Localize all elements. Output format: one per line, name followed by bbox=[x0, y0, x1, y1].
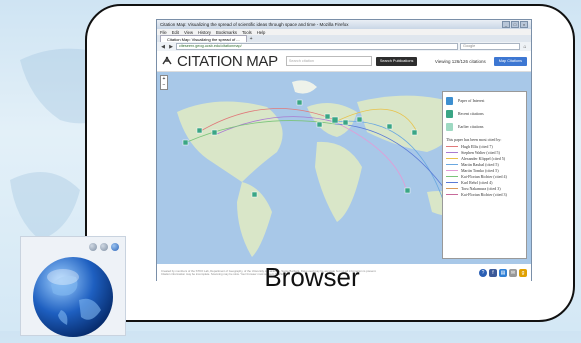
dot-icon bbox=[111, 243, 119, 251]
dot-icon bbox=[100, 243, 108, 251]
tab-label: Citation Map: Visualizing the spread of … bbox=[167, 36, 240, 42]
menu-history[interactable]: History bbox=[198, 30, 211, 35]
legend-label: Earlier citations bbox=[458, 124, 484, 129]
author-color-line bbox=[446, 145, 458, 147]
new-tab-button[interactable]: + bbox=[247, 36, 256, 42]
author-color-line bbox=[446, 175, 458, 177]
back-button[interactable]: ◀ bbox=[160, 44, 166, 50]
google-icon[interactable]: g bbox=[519, 269, 527, 277]
menu-file[interactable]: File bbox=[160, 30, 167, 35]
forward-button[interactable]: ▶ bbox=[168, 44, 174, 50]
browser-app-icon[interactable] bbox=[20, 236, 126, 337]
author-color-line bbox=[446, 193, 458, 195]
footer-icons: ? f ▤ ✉ g bbox=[479, 269, 527, 277]
home-button[interactable]: ⌂ bbox=[522, 44, 528, 50]
viewing-count: Viewing 126/126 citations bbox=[434, 58, 486, 64]
author-name: Karl Rehrl (cited 4) bbox=[461, 179, 493, 185]
author-color-line bbox=[446, 169, 458, 171]
menu-help[interactable]: Help bbox=[257, 30, 266, 35]
author-list: Hugh Ellis (cited 7) Stephen Walter (cite… bbox=[446, 143, 523, 197]
address-bar[interactable]: citeseerx.geog.ucsb.edu/citationmap/ bbox=[176, 43, 458, 50]
author-name: Stephen Walter (cited 5) bbox=[461, 149, 500, 155]
tab-bar: Citation Map: Visualizing the spread of … bbox=[157, 35, 531, 42]
menu-tools[interactable]: Tools bbox=[242, 30, 252, 35]
help-icon[interactable]: ? bbox=[479, 269, 487, 277]
author-name: Kai-Florian Richter (cited 3) bbox=[461, 191, 507, 197]
author-color-line bbox=[446, 187, 458, 189]
map-citations-button[interactable]: Map Citations bbox=[493, 56, 527, 66]
author-name: Martin Tomko (cited 5) bbox=[461, 167, 499, 173]
menu-edit[interactable]: Edit bbox=[172, 30, 179, 35]
callout-card: Citation Map: Visualizing the spread of … bbox=[85, 4, 575, 322]
earlier-marker-icon bbox=[446, 122, 453, 131]
legend-recent-citations: Recent citations bbox=[446, 107, 523, 120]
facebook-icon[interactable]: f bbox=[489, 269, 497, 277]
window-titlebar: Citation Map: Visualizing the spread of … bbox=[157, 20, 531, 29]
app-header: CITATION MAP Search citation Search Publ… bbox=[157, 51, 531, 72]
app-logo: CITATION MAP bbox=[177, 52, 278, 70]
legend-paper-of-interest: Paper of Interest bbox=[446, 94, 523, 107]
legend-earlier-citations: Earlier citations bbox=[446, 120, 523, 133]
citation-map[interactable]: + − Paper of Interest Recent citations E… bbox=[157, 72, 531, 264]
window-dots bbox=[89, 243, 119, 251]
author-name: Kai-Florian Richter (cited 4) bbox=[461, 173, 507, 179]
recent-marker-icon bbox=[446, 109, 453, 118]
browser-search-input[interactable]: Google bbox=[460, 43, 520, 50]
author-color-line bbox=[446, 157, 458, 159]
share-icon[interactable]: ▤ bbox=[499, 269, 507, 277]
author-name: Martin Raubal (cited 5) bbox=[461, 161, 499, 167]
author-color-line bbox=[446, 151, 458, 153]
author-name: Toru Nakamura (cited 3) bbox=[461, 185, 501, 191]
zoom-out-button[interactable]: − bbox=[161, 82, 167, 88]
zoom-control: + − bbox=[160, 75, 168, 90]
browser-caption: Browser bbox=[264, 262, 360, 292]
legend-label: Recent citations bbox=[458, 111, 484, 116]
menu-view[interactable]: View bbox=[184, 30, 193, 35]
paper-marker-icon bbox=[446, 96, 453, 105]
map-legend: Paper of Interest Recent citations Earli… bbox=[442, 91, 527, 259]
email-icon[interactable]: ✉ bbox=[509, 269, 517, 277]
browser-tab[interactable]: Citation Map: Visualizing the spread of … bbox=[160, 35, 247, 42]
citation-search-input[interactable]: Search citation bbox=[285, 56, 372, 66]
menu-bookmarks[interactable]: Bookmarks bbox=[216, 30, 237, 35]
citation-logo-icon bbox=[162, 56, 172, 65]
author-color-line bbox=[446, 163, 458, 165]
legend-label: Paper of Interest bbox=[458, 98, 485, 103]
close-icon[interactable]: × bbox=[520, 21, 528, 28]
cited-by-heading: This paper has been most cited by: bbox=[446, 137, 502, 142]
web-page: CITATION MAP Search citation Search Publ… bbox=[157, 51, 531, 281]
author-name: Alexander Klippel (cited 5) bbox=[461, 155, 506, 161]
window-controls: _ □ × bbox=[502, 21, 528, 28]
search-publications-button[interactable]: Search Publications bbox=[375, 56, 418, 66]
dot-icon bbox=[89, 243, 97, 251]
globe-icon bbox=[33, 257, 113, 337]
browser-window: Citation Map: Visualizing the spread of … bbox=[156, 19, 532, 281]
author-name: Hugh Ellis (cited 7) bbox=[461, 143, 493, 149]
minimize-icon[interactable]: _ bbox=[502, 21, 510, 28]
author-color-line bbox=[446, 181, 458, 183]
window-title: Citation Map: Visualizing the spread of … bbox=[160, 22, 349, 27]
author-item[interactable]: Kai-Florian Richter (cited 3) bbox=[446, 191, 523, 197]
maximize-icon[interactable]: □ bbox=[511, 21, 519, 28]
